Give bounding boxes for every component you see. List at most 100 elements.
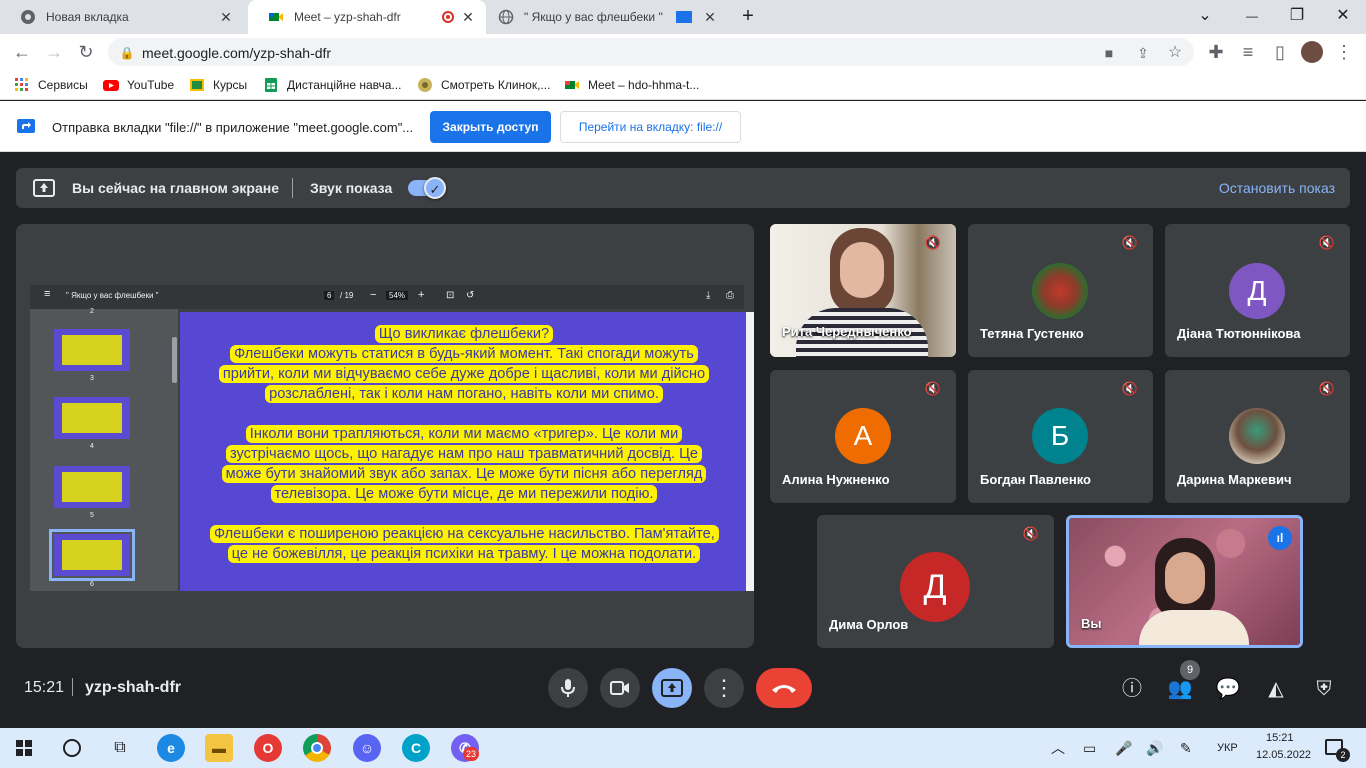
activities-button[interactable]: ◭: [1263, 676, 1289, 702]
tab-new-tab[interactable]: Новая вкладка ✕: [0, 0, 244, 34]
participant-tile-bohdan[interactable]: Б 🔇 Богдан Павленко: [968, 370, 1153, 503]
microphone-button[interactable]: [548, 668, 588, 708]
chrome-center: [311, 742, 323, 754]
battery-icon[interactable]: ▭: [1083, 739, 1096, 757]
chrome-icon[interactable]: [303, 734, 331, 762]
participant-tile-alina[interactable]: А 🔇 Алина Нужненко: [770, 370, 956, 503]
tab-meet[interactable]: Meet – yzp-shah-dfr ✕: [248, 0, 486, 34]
thumbnail-page[interactable]: [54, 397, 130, 439]
bookmark-services[interactable]: Сервисы: [14, 77, 88, 93]
present-icon: [33, 179, 55, 197]
back-icon[interactable]: ←: [10, 40, 34, 64]
switch-to-tab-button[interactable]: Перейти на вкладку: file://: [560, 111, 741, 143]
participant-name: Дима Орлов: [829, 617, 909, 632]
file-explorer-icon[interactable]: ▬: [205, 734, 233, 762]
thumbnail-page-active[interactable]: [49, 529, 135, 581]
close-icon[interactable]: ✕: [702, 9, 718, 25]
zoom-in-icon[interactable]: +: [418, 289, 424, 301]
rotate-icon[interactable]: ↺: [466, 290, 474, 301]
minimize-button[interactable]: —: [1238, 5, 1266, 27]
participant-tile-daryna[interactable]: 🔇 Дарина Маркевич: [1165, 370, 1350, 503]
thumbnail-page[interactable]: [54, 329, 130, 371]
slide-paragraph: Інколи вони трапляються, коли ми маємо «…: [221, 425, 707, 503]
windows-start-icon[interactable]: [16, 740, 32, 756]
close-icon[interactable]: ✕: [460, 9, 476, 25]
participant-tile-rita[interactable]: 🔇 Рита Чередныченко: [770, 224, 956, 357]
bookmark-meet[interactable]: Meet – hdo-hhma-t...: [564, 77, 699, 93]
tab-search-button[interactable]: ⌄: [1191, 5, 1219, 27]
close-icon[interactable]: ✕: [218, 9, 234, 25]
reload-icon[interactable]: ↻: [74, 40, 98, 64]
lock-icon[interactable]: 🔒: [118, 44, 136, 62]
media-icon[interactable]: ≡: [1236, 40, 1260, 64]
participant-tile-self[interactable]: ıl Вы: [1066, 515, 1303, 648]
tray-time[interactable]: 15:21: [1266, 732, 1294, 744]
microphone-tray-icon[interactable]: 🎤: [1115, 739, 1132, 757]
discord-icon[interactable]: ☺: [353, 734, 381, 762]
meeting-code: yzp-shah-dfr: [85, 679, 181, 696]
bookmark-courses[interactable]: Курсы: [189, 77, 247, 93]
side-panel-icon[interactable]: ▯: [1268, 40, 1292, 64]
meeting-controls: 15:21 yzp-shah-dfr ⋮ ⓘ 👥 9 💬 ◭ ⛨: [0, 648, 1366, 728]
fit-page-icon[interactable]: ⊡: [446, 290, 454, 301]
edge-icon[interactable]: e: [157, 734, 185, 762]
search-icon[interactable]: [63, 739, 81, 757]
bookmark-youtube[interactable]: YouTube: [103, 77, 174, 93]
chevron-up-icon[interactable]: ︿: [1051, 739, 1065, 757]
participant-tile-diana[interactable]: Д 🔇 Діана Тютюннікова: [1165, 224, 1350, 357]
forward-icon[interactable]: →: [42, 40, 66, 64]
avatar[interactable]: [1301, 41, 1323, 63]
more-icon[interactable]: ⋮: [750, 290, 754, 301]
bookmark-klinok[interactable]: Смотреть Клинок,...: [417, 77, 550, 93]
participant-tile-dima[interactable]: Д 🔇 Дима Орлов: [817, 515, 1054, 648]
avatar: А: [835, 408, 891, 464]
present-button[interactable]: [652, 668, 692, 708]
bookmark-distance[interactable]: Дистанційне навча...: [263, 77, 401, 93]
participant-tile-tetiana[interactable]: 🔇 Тетяна Густенко: [968, 224, 1153, 357]
new-tab-button[interactable]: +: [734, 5, 762, 27]
more-options-button[interactable]: ⋮: [704, 668, 744, 708]
tab-pdf[interactable]: " Якщо у вас флешбеки " ✕: [490, 0, 728, 34]
mic-off-icon: 🔇: [924, 381, 942, 396]
menu-icon[interactable]: ⋮: [1332, 40, 1356, 64]
camera-icon[interactable]: ■: [1100, 44, 1118, 62]
audio-toggle[interactable]: ✓: [408, 177, 446, 199]
address-bar[interactable]: 🔒 meet.google.com/yzp-shah-dfr ■ ⇪ ☆: [108, 38, 1194, 66]
zoom-level[interactable]: 54%: [386, 291, 409, 300]
thumb-scrollbar[interactable]: [172, 337, 177, 383]
stop-sharing-button[interactable]: Закрыть доступ: [430, 111, 551, 143]
print-icon[interactable]: ⎙: [726, 290, 734, 301]
extensions-icon[interactable]: ✚: [1204, 40, 1228, 64]
tray-date[interactable]: 12.05.2022: [1256, 749, 1311, 761]
zoom-out-icon[interactable]: −: [370, 289, 376, 301]
pdf-toolbar: ≡ " Якщо у вас флешбеки " 6 / 19 − 54% +…: [30, 285, 754, 309]
host-controls-button[interactable]: ⛨: [1311, 676, 1337, 702]
mic-off-icon: 🔇: [1318, 381, 1336, 396]
star-icon[interactable]: ☆: [1166, 44, 1184, 62]
thumb-label: 4: [90, 443, 94, 450]
mic-off-icon: 🔇: [1121, 235, 1139, 250]
notification-badge: 23: [463, 747, 479, 761]
leave-call-button[interactable]: [756, 668, 812, 708]
volume-icon[interactable]: 🔊: [1146, 739, 1163, 757]
pen-icon[interactable]: ✎: [1180, 739, 1192, 757]
thumbnail-page[interactable]: [54, 466, 130, 508]
menu-icon[interactable]: ≡: [44, 288, 50, 300]
stop-presenting-button[interactable]: Остановить показ: [1219, 180, 1335, 196]
meeting-details-button[interactable]: ⓘ: [1119, 676, 1145, 702]
task-view-icon[interactable]: ⧉: [110, 738, 130, 758]
input-language[interactable]: УКР: [1217, 739, 1238, 757]
app-icon[interactable]: C: [402, 734, 430, 762]
avatar: Д: [900, 552, 970, 622]
chrome-icon: [21, 10, 35, 24]
page-number[interactable]: 6: [324, 291, 335, 300]
window-close-button[interactable]: ✕: [1329, 5, 1357, 27]
chat-button[interactable]: 💬: [1215, 676, 1241, 702]
download-icon[interactable]: ⤓: [706, 290, 710, 301]
pdf-scrollbar[interactable]: [746, 312, 754, 591]
share-icon[interactable]: ⇪: [1134, 44, 1152, 62]
camera-button[interactable]: [600, 668, 640, 708]
opera-icon[interactable]: O: [254, 734, 282, 762]
restore-button[interactable]: ❐: [1283, 5, 1311, 27]
pdf-title: " Якщо у вас флешбеки ": [66, 291, 159, 300]
